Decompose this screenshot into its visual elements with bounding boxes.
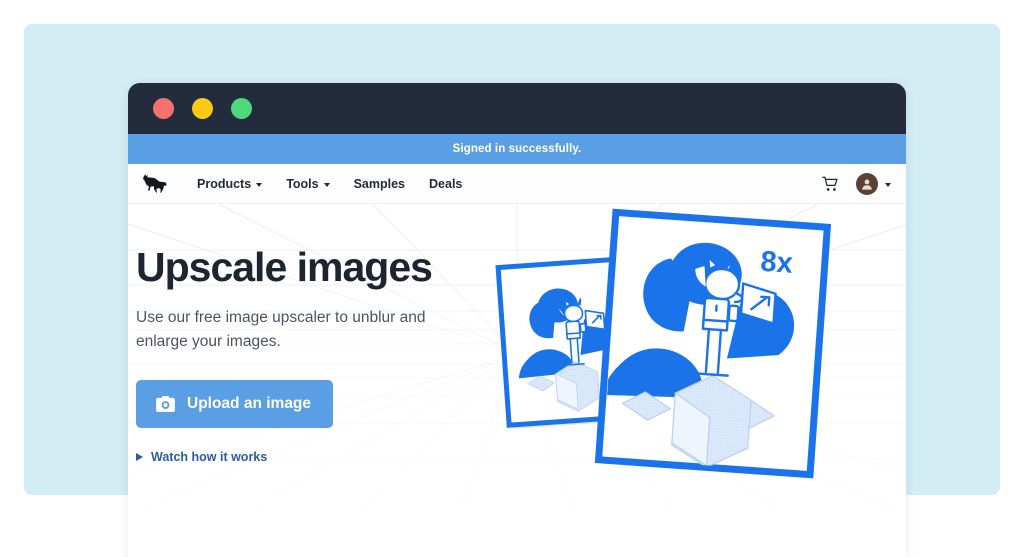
close-window-button[interactable]	[153, 98, 174, 119]
flash-message: Signed in successfully.	[452, 143, 582, 155]
hero-subtitle: Use our free image upscaler to unblur an…	[136, 309, 426, 351]
nav-item-tools-label: Tools	[286, 176, 319, 191]
nav-item-products[interactable]: Products	[185, 177, 274, 191]
upload-an-image-button[interactable]: Upload an image	[136, 380, 334, 429]
watch-link-label: Watch how it works	[151, 450, 268, 465]
browser-window-mockup: Signed in successfully. Products Tools S…	[128, 83, 906, 557]
nav-item-deals-label: Deals	[429, 176, 463, 191]
minimize-window-button[interactable]	[192, 98, 213, 119]
site-navbar: Products Tools Samples Deals	[128, 164, 906, 204]
hero-copy: Upscale images Use our free image upscal…	[128, 204, 458, 464]
flash-notification-banner: Signed in successfully.	[128, 134, 906, 164]
play-triangle-icon	[136, 453, 143, 462]
upload-button-label: Upload an image	[187, 395, 312, 413]
browser-titlebar	[128, 83, 906, 134]
nav-item-tools[interactable]: Tools	[274, 177, 341, 191]
page-title: Upscale images	[136, 244, 433, 290]
nav-item-products-label: Products	[197, 176, 252, 191]
camera-icon	[156, 396, 175, 413]
chevron-down-icon	[885, 182, 891, 187]
user-avatar-glyph	[862, 179, 872, 190]
shopping-cart-icon[interactable]	[822, 176, 839, 192]
watch-how-it-works-link[interactable]: Watch how it works	[136, 450, 458, 464]
chevron-down-icon	[256, 182, 263, 187]
navbar-right-actions	[822, 172, 891, 195]
horse-logo-icon[interactable]	[142, 173, 168, 194]
nav-links: Products Tools Samples Deals	[185, 177, 474, 191]
nav-item-samples-label: Samples	[353, 176, 406, 191]
account-menu[interactable]	[856, 172, 891, 195]
screenshot-root: Signed in successfully. Products Tools S…	[0, 0, 1024, 557]
avatar[interactable]	[856, 172, 878, 195]
nav-item-samples[interactable]: Samples	[342, 177, 417, 191]
nav-item-deals[interactable]: Deals	[417, 177, 474, 191]
hero-section: Upscale images Use our free image upscal…	[128, 204, 906, 517]
chevron-down-icon	[323, 182, 330, 187]
below-fold-content	[128, 517, 906, 557]
maximize-window-button[interactable]	[231, 98, 252, 119]
